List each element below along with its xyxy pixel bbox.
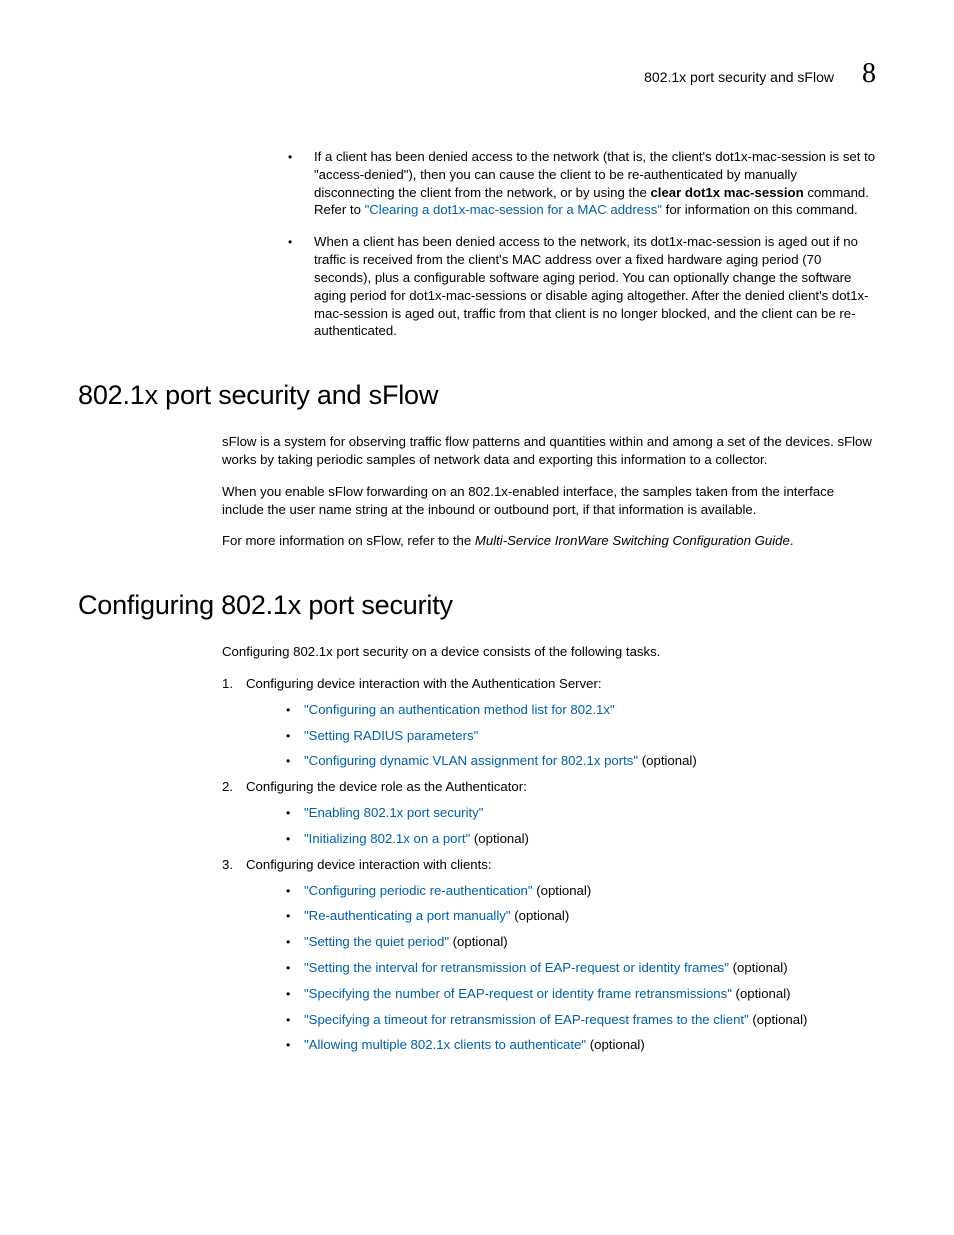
item-suffix: (optional) (511, 908, 570, 923)
list-item: • "Setting the interval for retransmissio… (286, 959, 876, 977)
paragraph-text: For more information on sFlow, refer to … (222, 533, 475, 548)
list-item: • "Specifying the number of EAP-request o… (286, 985, 876, 1003)
bullet-icon: • (286, 702, 290, 718)
item-suffix: (optional) (533, 883, 592, 898)
paragraph: sFlow is a system for observing traffic … (222, 433, 876, 469)
page-header: 802.1x port security and sFlow 8 (78, 58, 876, 90)
list-item: • "Enabling 802.1x port security" (286, 804, 876, 822)
task-item: 1. Configuring device interaction with t… (222, 675, 876, 770)
list-item: • "Setting RADIUS parameters" (286, 727, 876, 745)
task-number: 2. (222, 778, 233, 796)
bullet-icon: • (286, 1012, 290, 1028)
task-number: 1. (222, 675, 233, 693)
bullet-icon: • (288, 234, 292, 250)
task-label: Configuring device interaction with clie… (246, 857, 492, 872)
item-suffix: (optional) (749, 1012, 808, 1027)
task-item: 2. Configuring the device role as the Au… (222, 778, 876, 847)
cross-reference-link[interactable]: "Configuring dynamic VLAN assignment for… (304, 753, 638, 768)
cross-reference-link[interactable]: "Configuring periodic re-authentication" (304, 883, 533, 898)
task-sublist: • "Enabling 802.1x port security" • "Initi… (286, 804, 876, 848)
paragraph: Configuring 802.1x port security on a de… (222, 643, 876, 661)
cross-reference-link[interactable]: "Re-authenticating a port manually" (304, 908, 511, 923)
list-item: • "Configuring an authentication method l… (286, 701, 876, 719)
item-suffix: (optional) (449, 934, 508, 949)
page: 802.1x port security and sFlow 8 • If a … (0, 0, 954, 1235)
list-item: • "Specifying a timeout for retransmissio… (286, 1011, 876, 1029)
intro-bullets: • If a client has been denied access to … (288, 148, 876, 340)
item-suffix: (optional) (470, 831, 529, 846)
bullet-icon: • (288, 149, 292, 165)
cross-reference-link[interactable]: "Specifying the number of EAP-request or… (304, 986, 732, 1001)
chapter-number: 8 (862, 58, 876, 90)
cross-reference-link[interactable]: "Setting the quiet period" (304, 934, 449, 949)
bullet-icon: • (286, 1037, 290, 1053)
cross-reference-link[interactable]: "Clearing a dot1x-mac-session for a MAC … (365, 202, 662, 217)
cross-reference-link[interactable]: "Specifying a timeout for retransmission… (304, 1012, 749, 1027)
list-item: • "Initializing 802.1x on a port" (option… (286, 830, 876, 848)
list-item: • "Configuring dynamic VLAN assignment fo… (286, 752, 876, 770)
item-suffix: (optional) (729, 960, 788, 975)
item-suffix: (optional) (638, 753, 697, 768)
bullet-text-post: for information on this command. (662, 202, 858, 217)
bullet-icon: • (286, 908, 290, 924)
cross-reference-link[interactable]: "Allowing multiple 802.1x clients to aut… (304, 1037, 586, 1052)
config-body: Configuring 802.1x port security on a de… (222, 643, 876, 1054)
task-label: Configuring device interaction with the … (246, 676, 602, 691)
cross-reference-link[interactable]: "Enabling 802.1x port security" (304, 805, 483, 820)
cross-reference-link[interactable]: "Setting the interval for retransmission… (304, 960, 729, 975)
bullet-text: When a client has been denied access to … (314, 234, 869, 338)
task-list: 1. Configuring device interaction with t… (222, 675, 876, 1054)
list-item: • "Allowing multiple 802.1x clients to au… (286, 1036, 876, 1054)
task-number: 3. (222, 856, 233, 874)
bullet-icon: • (286, 883, 290, 899)
cross-reference-link[interactable]: "Configuring an authentication method li… (304, 702, 615, 717)
task-item: 3. Configuring device interaction with c… (222, 856, 876, 1055)
paragraph: For more information on sFlow, refer to … (222, 532, 876, 550)
task-sublist: • "Configuring periodic re-authentication… (286, 882, 876, 1055)
section-heading-sflow: 802.1x port security and sFlow (78, 380, 876, 411)
bullet-item: • When a client has been denied access t… (288, 233, 876, 340)
task-label: Configuring the device role as the Authe… (246, 779, 527, 794)
list-item: • "Setting the quiet period" (optional) (286, 933, 876, 951)
bullet-icon: • (286, 805, 290, 821)
task-sublist: • "Configuring an authentication method l… (286, 701, 876, 770)
bullet-text-bold: clear dot1x mac-session (650, 185, 803, 200)
bullet-icon: • (286, 753, 290, 769)
header-title: 802.1x port security and sFlow (644, 69, 834, 85)
bullet-icon: • (286, 831, 290, 847)
doc-title-italic: Multi-Service IronWare Switching Configu… (475, 533, 790, 548)
bullet-icon: • (286, 728, 290, 744)
item-suffix: (optional) (586, 1037, 645, 1052)
bullet-icon: • (286, 934, 290, 950)
bullet-item: • If a client has been denied access to … (288, 148, 876, 219)
list-item: • "Configuring periodic re-authentication… (286, 882, 876, 900)
bullet-icon: • (286, 960, 290, 976)
bullet-icon: • (286, 986, 290, 1002)
item-suffix: (optional) (732, 986, 791, 1001)
paragraph-text: . (790, 533, 794, 548)
sflow-body: sFlow is a system for observing traffic … (222, 433, 876, 550)
cross-reference-link[interactable]: "Setting RADIUS parameters" (304, 728, 478, 743)
paragraph: When you enable sFlow forwarding on an 8… (222, 483, 876, 519)
section-heading-configuring: Configuring 802.1x port security (78, 590, 876, 621)
cross-reference-link[interactable]: "Initializing 802.1x on a port" (304, 831, 470, 846)
list-item: • "Re-authenticating a port manually" (op… (286, 907, 876, 925)
